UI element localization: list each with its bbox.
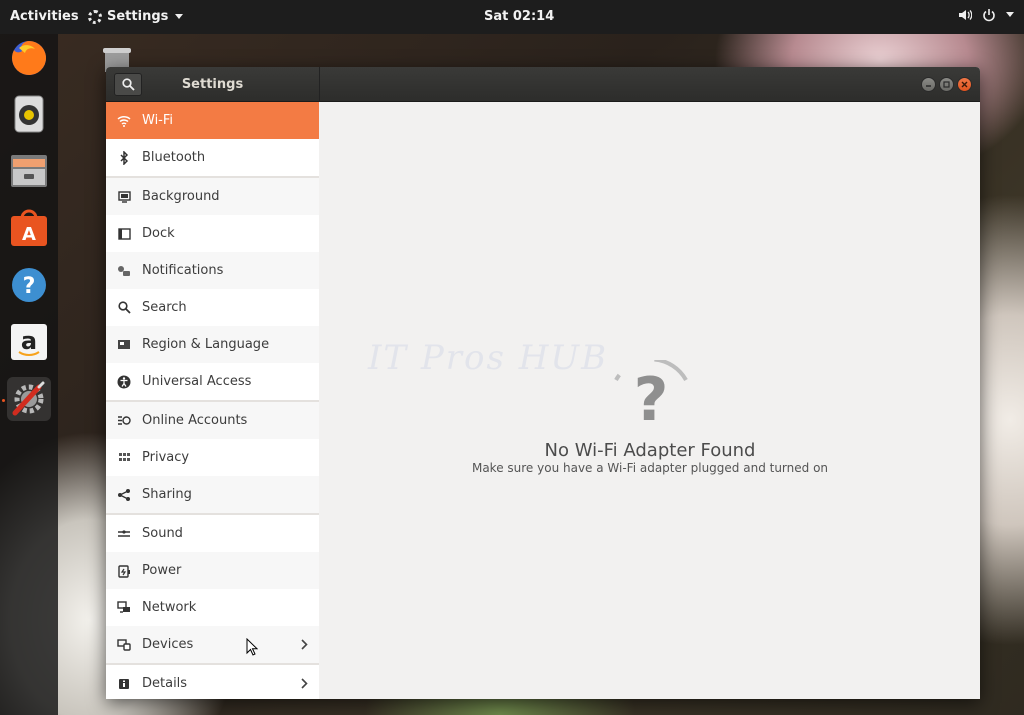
dock: A ? a — [0, 34, 58, 715]
amazon-launcher[interactable]: a — [7, 320, 51, 364]
header-bar: Settings — [106, 67, 980, 102]
notifications-icon — [118, 265, 130, 276]
window-controls — [921, 77, 972, 92]
sidebar-item-label: Background — [142, 189, 220, 204]
settings-window: Settings Wi-Fi Bluetooth Background Dock… — [106, 67, 980, 699]
activities-button[interactable]: Activities — [10, 9, 79, 24]
watermark: IT Pros HUB — [368, 338, 609, 378]
sidebar-item-power[interactable]: Power — [106, 552, 319, 589]
sidebar-item-dock[interactable]: Dock — [106, 215, 319, 252]
privacy-icon — [118, 453, 130, 461]
sidebar-item-universal-access[interactable]: Universal Access — [106, 363, 319, 400]
sidebar-item-label: Network — [142, 600, 197, 615]
amazon-icon: a — [11, 324, 47, 360]
firefox-launcher[interactable] — [7, 36, 51, 80]
header-separator — [319, 67, 320, 102]
software-icon: A — [11, 209, 47, 246]
running-indicator — [2, 399, 5, 402]
power-icon — [983, 9, 995, 22]
sidebar-item-network[interactable]: Network — [106, 589, 319, 626]
close-button[interactable] — [957, 77, 972, 92]
sound-icon — [118, 529, 130, 537]
wifi-icon — [117, 115, 131, 127]
sidebar-item-search[interactable]: Search — [106, 289, 319, 326]
software-launcher[interactable]: A — [7, 206, 51, 250]
settings-sidebar: Wi-Fi Bluetooth Background Dock Notifica… — [106, 102, 319, 699]
speaker-icon — [959, 10, 972, 20]
power-icon — [117, 564, 130, 578]
close-icon — [961, 81, 968, 88]
sidebar-item-sound[interactable]: Sound — [106, 515, 319, 552]
rhythmbox-icon — [14, 95, 44, 133]
maximize-icon — [943, 81, 950, 88]
sidebar-item-label: Bluetooth — [142, 150, 206, 165]
help-icon: ? — [12, 268, 46, 302]
wifi-panel: IT Pros HUB ? No Wi-Fi Adapter Found Mak… — [320, 102, 980, 699]
bluetooth-icon — [120, 150, 129, 165]
system-tray[interactable] — [958, 8, 1014, 22]
sidebar-item-label: Privacy — [142, 450, 190, 465]
empty-state-title: No Wi-Fi Adapter Found — [544, 440, 756, 461]
caret-down-icon — [175, 14, 184, 19]
sidebar-item-label: Devices — [142, 637, 194, 652]
svg-text:A: A — [22, 224, 36, 245]
sidebar-item-devices[interactable]: Devices — [106, 626, 319, 663]
empty-state-subtitle: Make sure you have a Wi-Fi adapter plugg… — [471, 461, 829, 475]
chevron-right-icon — [300, 678, 308, 689]
rhythmbox-launcher[interactable] — [7, 92, 51, 136]
sidebar-item-privacy[interactable]: Privacy — [106, 439, 319, 476]
sidebar-item-label: Sound — [142, 526, 183, 541]
clock[interactable]: Sat 02:14 — [484, 9, 554, 24]
gear-icon — [88, 9, 102, 24]
devices-icon — [117, 638, 131, 651]
sidebar-item-label: Region & Language — [142, 337, 270, 352]
minimize-icon — [926, 85, 931, 87]
app-menu[interactable]: Settings — [88, 9, 184, 24]
sidebar-item-label: Sharing — [142, 487, 192, 502]
sidebar-item-bluetooth[interactable]: Bluetooth — [106, 139, 319, 176]
sidebar-item-notifications[interactable]: Notifications — [106, 252, 319, 289]
background-icon — [117, 190, 131, 203]
sidebar-item-label: Details — [142, 676, 188, 691]
sidebar-item-label: Universal Access — [142, 374, 252, 389]
search-icon — [117, 301, 131, 314]
question-wifi-icon: ? — [614, 360, 688, 432]
chevron-right-icon — [300, 639, 308, 650]
sidebar-item-label: Dock — [142, 226, 175, 241]
files-launcher[interactable] — [7, 149, 51, 193]
sidebar-item-sharing[interactable]: Sharing — [106, 476, 319, 513]
online-accounts-icon — [118, 416, 131, 425]
files-icon — [11, 155, 47, 187]
maximize-button[interactable] — [939, 77, 954, 92]
sidebar-item-label: Power — [142, 563, 182, 578]
sidebar-item-label: Search — [142, 300, 187, 315]
chevron-down-icon — [1006, 12, 1014, 17]
top-bar: Activities Settings Sat 02:14 — [0, 0, 1024, 34]
firefox-icon — [11, 41, 46, 75]
accessibility-icon — [117, 375, 131, 388]
mouse-cursor-icon — [246, 638, 258, 656]
dock-icon — [117, 227, 131, 240]
sidebar-item-region[interactable]: Region & Language — [106, 326, 319, 363]
svg-text:?: ? — [634, 365, 669, 432]
sidebar-item-label: Notifications — [142, 263, 224, 278]
sidebar-item-online-accounts[interactable]: Online Accounts — [106, 402, 319, 439]
app-menu-label: Settings — [107, 9, 169, 24]
svg-text:?: ? — [23, 274, 36, 299]
window-title: Settings — [181, 77, 244, 92]
region-icon — [118, 340, 130, 349]
sidebar-item-label: Wi-Fi — [142, 113, 174, 128]
sidebar-item-background[interactable]: Background — [106, 178, 319, 215]
sharing-icon — [118, 488, 130, 501]
details-icon — [119, 678, 129, 689]
svg-text:a: a — [21, 327, 37, 355]
sidebar-item-wifi[interactable]: Wi-Fi — [106, 102, 319, 139]
help-launcher[interactable]: ? — [7, 263, 51, 307]
settings-launcher[interactable] — [7, 377, 51, 421]
network-icon — [117, 601, 130, 613]
minimize-button[interactable] — [921, 77, 936, 92]
settings-icon — [12, 381, 45, 416]
sidebar-item-details[interactable]: Details — [106, 665, 319, 699]
sidebar-item-label: Online Accounts — [142, 413, 248, 428]
